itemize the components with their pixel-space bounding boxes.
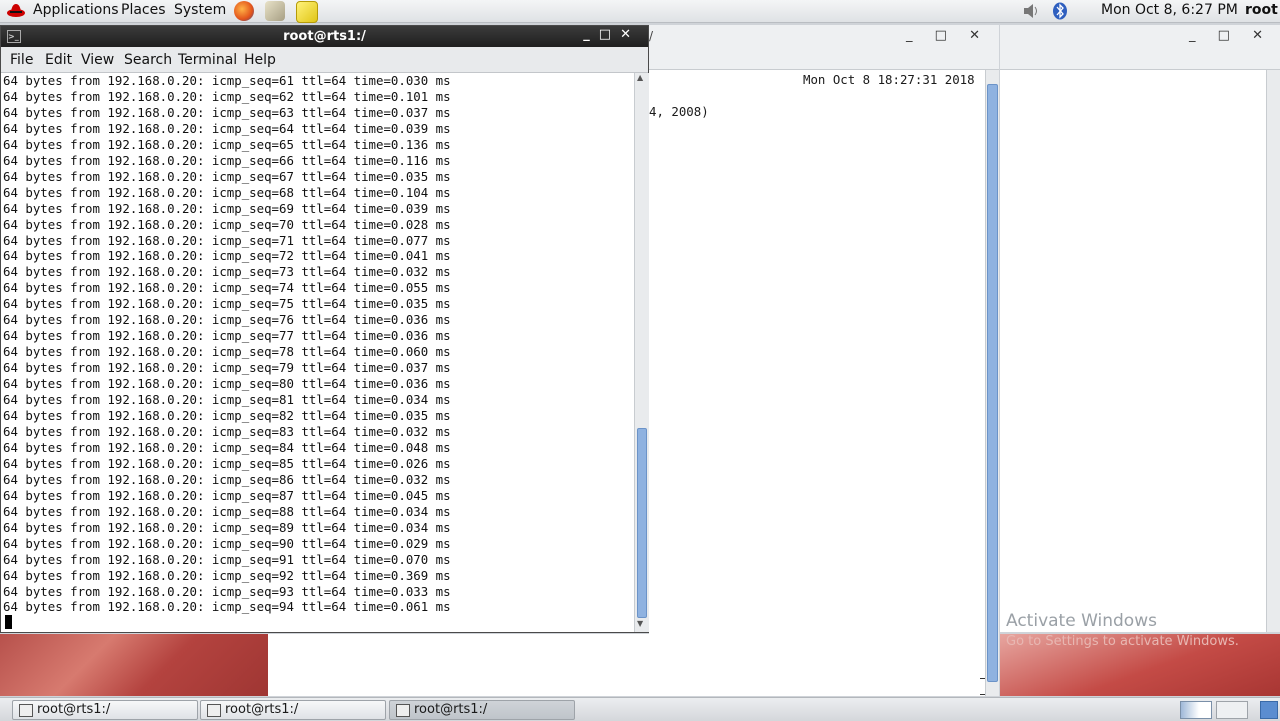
taskbar-item-label: root@rts1:/ xyxy=(225,702,299,717)
back-window-date: Mon Oct 8 18:27:31 2018 xyxy=(803,72,975,87)
taskbar-item-label: root@rts1:/ xyxy=(37,702,111,717)
terminal-task-icon xyxy=(207,704,221,717)
activate-windows-subtitle: Go to Settings to activate Windows. xyxy=(1006,634,1239,649)
terminal-window[interactable]: >_ root@rts1:/ _□✕ File Edit View Search… xyxy=(0,25,649,633)
back-window-controls[interactable]: _ □ ✕ xyxy=(906,28,989,43)
menu-edit[interactable]: Edit xyxy=(45,52,72,68)
terminal-cursor xyxy=(5,615,12,630)
terminal-line: 64 bytes from 192.168.0.20: icmp_seq=83 … xyxy=(3,423,451,439)
terminal-line: 64 bytes from 192.168.0.20: icmp_seq=67 … xyxy=(3,168,451,184)
terminal-line: 64 bytes from 192.168.0.20: icmp_seq=87 … xyxy=(3,487,451,503)
back-window-scrollbar[interactable] xyxy=(985,70,999,696)
menu-help[interactable]: Help xyxy=(244,52,276,68)
terminal-line: 64 bytes from 192.168.0.20: icmp_seq=65 … xyxy=(3,136,451,152)
terminal-line: 64 bytes from 192.168.0.20: icmp_seq=77 … xyxy=(3,328,451,344)
terminal-line: 64 bytes from 192.168.0.20: icmp_seq=63 … xyxy=(3,104,451,120)
back-window-scroll-thumb[interactable] xyxy=(987,84,998,682)
terminal-task-icon xyxy=(19,704,33,717)
terminal-task-icon xyxy=(396,704,410,717)
close-icon[interactable]: ✕ xyxy=(620,27,640,42)
applications-menu[interactable]: Applications xyxy=(33,2,119,18)
desktop-wallpaper xyxy=(0,634,268,696)
mail-launcher-icon[interactable] xyxy=(265,1,285,21)
terminal-line: 64 bytes from 192.168.0.20: icmp_seq=94 … xyxy=(3,599,451,615)
taskbar-item-label: root@rts1:/ xyxy=(414,702,488,717)
back-window-titlebar: / _ □ ✕ xyxy=(649,25,999,70)
terminal-line: 64 bytes from 192.168.0.20: icmp_seq=88 … xyxy=(3,503,451,519)
right-window-content xyxy=(1000,70,1266,632)
terminal-line: 64 bytes from 192.168.0.20: icmp_seq=93 … xyxy=(3,583,451,599)
back-window-content: Mon Oct 8 18:27:31 2018 4, 2008) xyxy=(649,70,986,696)
terminal-line: 64 bytes from 192.168.0.20: icmp_seq=66 … xyxy=(3,152,451,168)
terminal-line: 64 bytes from 192.168.0.20: icmp_seq=84 … xyxy=(3,439,451,455)
terminal-line: 64 bytes from 192.168.0.20: icmp_seq=73 … xyxy=(3,264,451,280)
terminal-title: root@rts1:/ xyxy=(283,29,366,44)
redhat-logo-icon xyxy=(7,4,25,17)
terminal-line: 64 bytes from 192.168.0.20: icmp_seq=80 … xyxy=(3,376,451,392)
right-window-scrollbar[interactable] xyxy=(1266,70,1280,632)
panel-user[interactable]: root xyxy=(1245,2,1278,18)
workspace-switcher-1[interactable] xyxy=(1180,701,1212,719)
right-window-titlebar: _ □ ✕ xyxy=(1000,25,1280,70)
system-menu[interactable]: System xyxy=(174,2,226,18)
terminal-line: 64 bytes from 192.168.0.20: icmp_seq=76 … xyxy=(3,312,451,328)
bluetooth-icon[interactable] xyxy=(1052,2,1068,20)
scroll-down-icon[interactable]: ▼ xyxy=(637,619,643,628)
show-desktop-icon[interactable] xyxy=(1260,701,1278,719)
terminal-line: 64 bytes from 192.168.0.20: icmp_seq=64 … xyxy=(3,120,451,136)
terminal-line: 64 bytes from 192.168.0.20: icmp_seq=69 … xyxy=(3,200,451,216)
terminal-line: 64 bytes from 192.168.0.20: icmp_seq=79 … xyxy=(3,360,451,376)
window-controls[interactable]: _□✕ xyxy=(583,27,640,42)
activate-windows-title: Activate Windows xyxy=(1006,611,1157,631)
menu-terminal[interactable]: Terminal xyxy=(178,52,237,68)
terminal-output[interactable]: 64 bytes from 192.168.0.20: icmp_seq=61 … xyxy=(1,73,634,633)
terminal-line: 64 bytes from 192.168.0.20: icmp_seq=72 … xyxy=(3,248,451,264)
taskbar-item[interactable]: root@rts1:/ xyxy=(12,700,198,720)
places-menu[interactable]: Places xyxy=(121,2,166,18)
back-window-text: 4, 2008) xyxy=(649,104,709,119)
terminal-line: 64 bytes from 192.168.0.20: icmp_seq=62 … xyxy=(3,88,451,104)
menu-file[interactable]: File xyxy=(10,52,33,68)
taskbar-item-active[interactable]: root@rts1:/ xyxy=(389,700,575,720)
menu-view[interactable]: View xyxy=(81,52,114,68)
right-window-controls[interactable]: _ □ ✕ xyxy=(1189,28,1272,43)
back-window-title-fragment: / xyxy=(649,29,654,43)
terminal-scrollbar[interactable]: ▲ ▼ xyxy=(634,73,649,632)
firefox-launcher-icon[interactable] xyxy=(234,1,254,21)
terminal-line: 64 bytes from 192.168.0.20: icmp_seq=85 … xyxy=(3,455,451,471)
top-panel: Applications Places System Mon Oct 8, 6:… xyxy=(0,0,1280,23)
terminal-line: 64 bytes from 192.168.0.20: icmp_seq=74 … xyxy=(3,280,451,296)
workspace-switcher-2[interactable] xyxy=(1216,701,1248,719)
terminal-line: 64 bytes from 192.168.0.20: icmp_seq=90 … xyxy=(3,535,451,551)
terminal-menubar: File Edit View Search Terminal Help xyxy=(1,47,648,73)
terminal-prompt-line[interactable] xyxy=(1,615,634,631)
scroll-up-icon[interactable]: ▲ xyxy=(637,73,643,82)
terminal-line: 64 bytes from 192.168.0.20: icmp_seq=75 … xyxy=(3,296,451,312)
terminal-titlebar[interactable]: >_ root@rts1:/ _□✕ xyxy=(1,26,648,47)
terminal-line: 64 bytes from 192.168.0.20: icmp_seq=71 … xyxy=(3,232,451,248)
panel-clock[interactable]: Mon Oct 8, 6:27 PM xyxy=(1101,2,1238,18)
bottom-taskbar: root@rts1:/ root@rts1:/ root@rts1:/ xyxy=(0,697,1280,721)
terminal-line: 64 bytes from 192.168.0.20: icmp_seq=81 … xyxy=(3,392,451,408)
volume-icon[interactable] xyxy=(1022,2,1042,20)
notes-launcher-icon[interactable] xyxy=(296,1,318,23)
terminal-line: 64 bytes from 192.168.0.20: icmp_seq=68 … xyxy=(3,184,451,200)
minimize-icon[interactable]: _ xyxy=(583,27,599,42)
terminal-line: 64 bytes from 192.168.0.20: icmp_seq=70 … xyxy=(3,216,451,232)
terminal-line: 64 bytes from 192.168.0.20: icmp_seq=78 … xyxy=(3,344,451,360)
terminal-line: 64 bytes from 192.168.0.20: icmp_seq=91 … xyxy=(3,551,451,567)
terminal-line: 64 bytes from 192.168.0.20: icmp_seq=82 … xyxy=(3,408,451,424)
maximize-icon[interactable]: □ xyxy=(599,27,620,42)
terminal-scroll-thumb[interactable] xyxy=(637,428,647,618)
terminal-line: 64 bytes from 192.168.0.20: icmp_seq=89 … xyxy=(3,519,451,535)
taskbar-item[interactable]: root@rts1:/ xyxy=(200,700,386,720)
back-window-bottom xyxy=(268,634,980,696)
terminal-line: 64 bytes from 192.168.0.20: icmp_seq=61 … xyxy=(3,73,451,88)
terminal-line: 64 bytes from 192.168.0.20: icmp_seq=86 … xyxy=(3,471,451,487)
menu-search[interactable]: Search xyxy=(124,52,172,68)
terminal-line: 64 bytes from 192.168.0.20: icmp_seq=92 … xyxy=(3,567,451,583)
